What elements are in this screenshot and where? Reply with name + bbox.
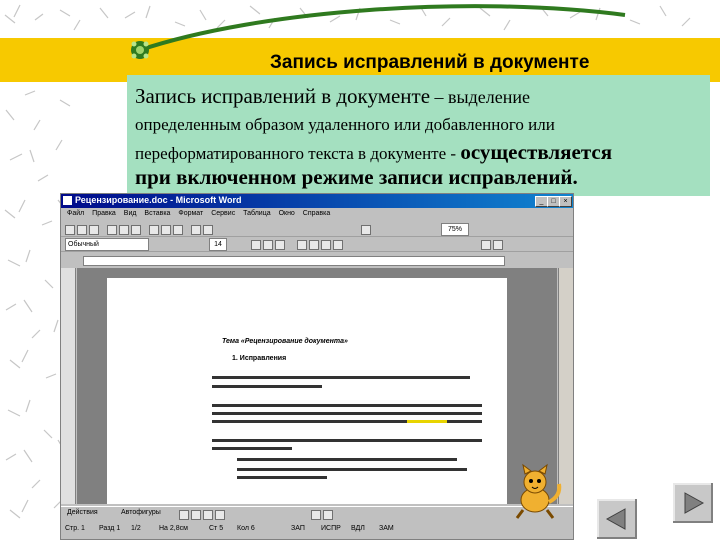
fill-color-icon[interactable] (311, 510, 321, 520)
triangle-right-icon (684, 492, 705, 514)
word-menubar: Файл Правка Вид Вставка Формат Сервис Та… (61, 209, 573, 221)
line-color-icon[interactable] (323, 510, 333, 520)
doc-text-line (237, 468, 467, 471)
formatting-toolbar: Обычный 14 (61, 237, 573, 252)
redo-icon[interactable] (203, 225, 213, 235)
doc-text-line (237, 458, 457, 461)
menu-help[interactable]: Справка (303, 210, 330, 217)
status-position: На 2,8см (159, 525, 188, 532)
paste-icon[interactable] (173, 225, 183, 235)
menu-view[interactable]: Вид (124, 210, 137, 217)
status-line: Ст 5 (209, 525, 224, 532)
definition-line-2: определенным образом удаленного или доба… (135, 115, 555, 134)
save-icon[interactable] (89, 225, 99, 235)
bold-icon[interactable] (251, 240, 261, 250)
drawing-toolbar: Действия Автофигуры (61, 506, 573, 521)
word-app-icon (63, 196, 72, 205)
next-slide-button[interactable] (672, 482, 714, 524)
flower-bullet-icon (131, 41, 149, 59)
doc-text-line (212, 385, 322, 388)
menu-insert[interactable]: Вставка (144, 210, 170, 217)
doc-heading: Тема «Рецензирование документа» (222, 338, 348, 345)
horizontal-ruler (61, 254, 573, 266)
draw-menu[interactable]: Действия (67, 509, 98, 516)
definition-line-4: при включенном режиме записи исправлений… (135, 165, 578, 189)
table-icon[interactable] (361, 225, 371, 235)
copy-icon[interactable] (161, 225, 171, 235)
justify-icon[interactable] (333, 240, 343, 250)
standard-toolbar: 75% (61, 222, 573, 237)
status-rec: ЗАП (291, 525, 305, 532)
italic-icon[interactable] (263, 240, 273, 250)
doc-text-line-highlighted (407, 420, 447, 423)
menu-format[interactable]: Формат (178, 210, 203, 217)
status-page: Стр. 1 (65, 525, 85, 532)
status-column: Кол 6 (237, 525, 255, 532)
align-left-icon[interactable] (297, 240, 307, 250)
word-window-screenshot: Рецензирование.doc - Microsoft Word _ □ … (60, 193, 574, 540)
doc-text-line (212, 404, 482, 407)
status-trk: ИСПР (321, 525, 341, 532)
doc-text-line (212, 439, 482, 442)
font-size-select[interactable]: 14 (209, 238, 227, 251)
close-button[interactable]: × (559, 196, 572, 207)
prev-slide-button[interactable] (596, 498, 638, 540)
definition-line-3-bold: осуществляется (460, 140, 613, 164)
cut-icon[interactable] (149, 225, 159, 235)
doc-text-line (237, 476, 327, 479)
status-ext: ВДЛ (351, 525, 365, 532)
autoshapes-menu[interactable]: Автофигуры (121, 509, 161, 516)
status-ovr: ЗАМ (379, 525, 394, 532)
menu-window[interactable]: Окно (279, 210, 295, 217)
word-title: Рецензирование.doc - Microsoft Word (75, 195, 242, 205)
doc-text-line (212, 412, 482, 415)
doc-subheading: 1. Исправления (232, 355, 287, 362)
arrow-icon[interactable] (191, 510, 201, 520)
open-icon[interactable] (77, 225, 87, 235)
undo-icon[interactable] (191, 225, 201, 235)
document-page[interactable]: Тема «Рецензирование документа» 1. Испра… (107, 278, 507, 504)
align-center-icon[interactable] (309, 240, 319, 250)
ruler-bar (83, 256, 505, 266)
document-workspace: Тема «Рецензирование документа» 1. Испра… (77, 268, 557, 504)
definition-line-1-rest: – выделение (430, 87, 531, 107)
status-section: Разд 1 (99, 525, 121, 532)
underline-icon[interactable] (275, 240, 285, 250)
menu-file[interactable]: Файл (67, 210, 84, 217)
menu-table[interactable]: Таблица (243, 210, 270, 217)
definition-line-1: Запись исправлений в документе – выделен… (135, 84, 530, 109)
word-statusbar: Стр. 1 Разд 1 1/2 На 2,8см Ст 5 Кол 6 ЗА… (61, 522, 573, 538)
menu-tools[interactable]: Сервис (211, 210, 235, 217)
cat-mascot-icon (515, 463, 562, 519)
highlight-icon[interactable] (481, 240, 491, 250)
word-titlebar: Рецензирование.doc - Microsoft Word _ □ … (61, 194, 573, 208)
triangle-left-icon (605, 508, 626, 530)
slide-title: Запись исправлений в документе (270, 52, 590, 73)
menu-edit[interactable]: Правка (92, 210, 116, 217)
spelling-icon[interactable] (131, 225, 141, 235)
vertical-ruler (61, 268, 76, 504)
new-icon[interactable] (65, 225, 75, 235)
print-icon[interactable] (107, 225, 117, 235)
style-select[interactable]: Обычный (65, 238, 149, 251)
align-right-icon[interactable] (321, 240, 331, 250)
definition-line-3-lead: переформатированного текста в документе … (135, 144, 461, 163)
zoom-select[interactable]: 75% (441, 223, 469, 236)
doc-text-line (212, 376, 470, 379)
rectangle-icon[interactable] (203, 510, 213, 520)
oval-icon[interactable] (215, 510, 225, 520)
line-icon[interactable] (179, 510, 189, 520)
status-pages: 1/2 (131, 525, 141, 532)
definition-term: Запись исправлений в документе (135, 84, 431, 108)
preview-icon[interactable] (119, 225, 129, 235)
definition-line-3: переформатированного текста в документе … (135, 140, 612, 165)
doc-text-line (212, 447, 292, 450)
font-color-icon[interactable] (493, 240, 503, 250)
